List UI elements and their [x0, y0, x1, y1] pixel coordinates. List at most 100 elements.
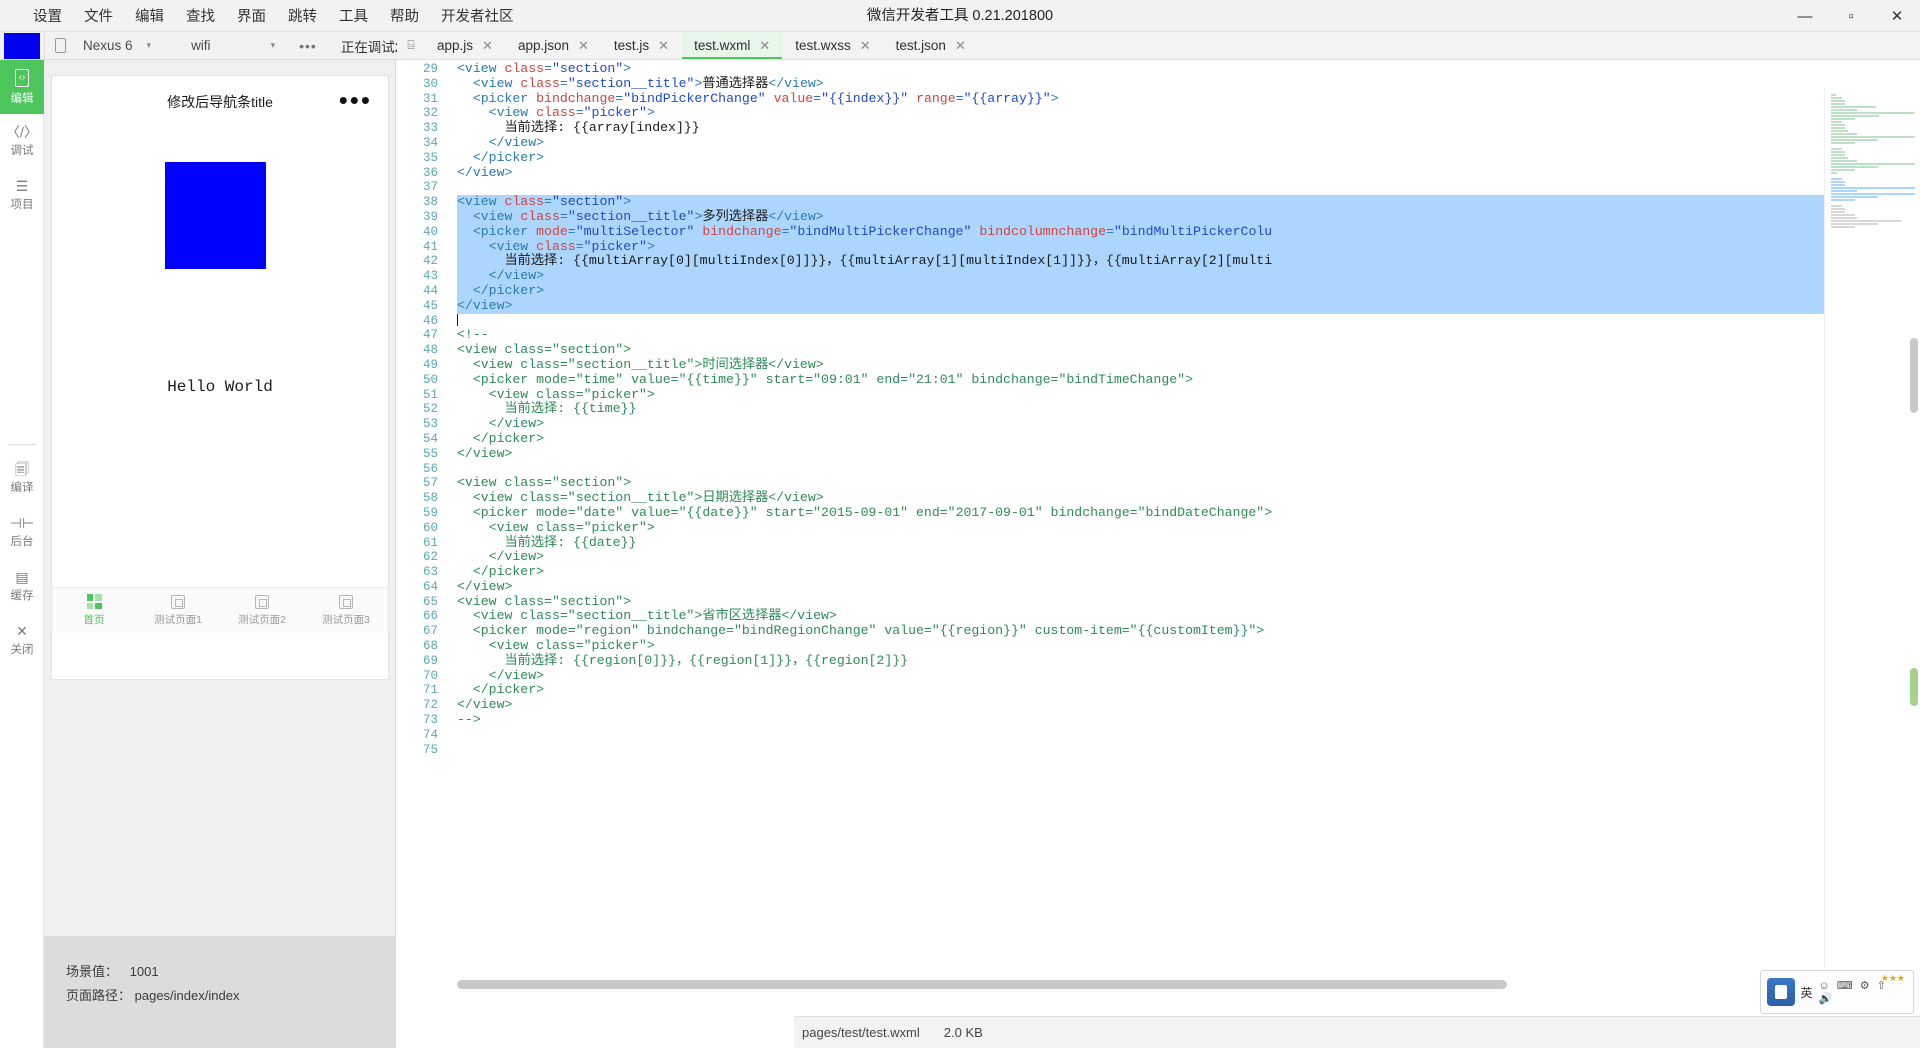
code-line[interactable]: <view class="section__title">省市区选择器</vie… — [457, 609, 1920, 624]
network-selector-label[interactable]: wifi — [157, 38, 219, 53]
menu-item-2[interactable]: 编辑 — [124, 1, 175, 30]
phone-tab-1[interactable]: 测试页面1 — [136, 594, 220, 627]
code-line[interactable]: </picker> — [457, 564, 1920, 580]
editor-tab-close-icon[interactable]: ✕ — [759, 38, 770, 54]
code-editor[interactable]: 29 30 31 32 33 34 35 36 37 38 39 40 41 42 43 44 45 46 47 48… — [397, 60, 1920, 1015]
code-line[interactable]: </view> — [457, 668, 1920, 684]
code-line[interactable]: <view class="section__title">普通选择器</view… — [457, 76, 1920, 92]
code-line[interactable]: <view class="section"> — [457, 194, 1920, 210]
rail-item-3[interactable]: 🗐 编译 — [0, 451, 44, 505]
editor-tab-test-json[interactable]: test.json ✕ — [884, 32, 979, 59]
minimap[interactable] — [1824, 88, 1920, 1015]
editor-tab-test-wxml[interactable]: test.wxml ✕ — [682, 32, 784, 59]
code-line[interactable]: </view> — [457, 268, 1920, 284]
menu-item-5[interactable]: 跳转 — [277, 1, 328, 30]
code-line[interactable]: </view> — [457, 549, 1920, 565]
phone-tab-2[interactable]: 测试页面2 — [220, 594, 304, 627]
code-line[interactable]: <view class="section__title">时间选择器</view… — [457, 357, 1920, 373]
phone-frame-icon[interactable] — [45, 32, 75, 60]
code-line[interactable]: </view> — [457, 446, 1920, 462]
code-line[interactable]: <picker mode="multiSelector" bindchange=… — [457, 224, 1920, 240]
line-number: 58 — [422, 491, 438, 506]
code-line[interactable]: <picker mode="time" value="{{time}}" sta… — [457, 372, 1920, 388]
editor-tab-test-wxss[interactable]: test.wxss ✕ — [783, 32, 883, 59]
code-line[interactable]: <view class="section__title">日期选择器</view… — [457, 490, 1920, 506]
rail-item-0[interactable]: ‹› 编辑 — [0, 60, 44, 114]
maximize-button[interactable]: ▫ — [1828, 0, 1874, 32]
code-line[interactable]: <view class="section"> — [457, 61, 1920, 77]
editor-tab-close-icon[interactable]: ✕ — [658, 38, 669, 54]
minimize-button[interactable]: — — [1782, 0, 1828, 32]
device-selector-label[interactable]: Nexus 6 — [75, 38, 141, 53]
editor-tab-label: test.json — [895, 38, 946, 53]
line-number: 31 — [422, 91, 438, 106]
code-content[interactable]: <view class="section"> <view class="sect… — [457, 60, 1920, 1015]
code-line[interactable]: <view class="picker"> — [457, 105, 1920, 121]
code-line[interactable]: </view> — [457, 165, 1920, 181]
phone-tab-3[interactable]: 测试页面3 — [304, 594, 388, 627]
code-line[interactable]: <view class="section"> — [457, 342, 1920, 358]
file-tree-icon[interactable]: ⌸ — [397, 32, 425, 59]
editor-tab-close-icon[interactable]: ✕ — [578, 38, 589, 54]
editor-tab-close-icon[interactable]: ✕ — [482, 38, 493, 54]
editor-tab-app-json[interactable]: app.json ✕ — [506, 32, 602, 59]
ime-language-label[interactable]: 英 — [1801, 984, 1813, 1001]
menu-item-3[interactable]: 查找 — [175, 1, 226, 30]
network-chevron-down-icon[interactable]: ▾ — [219, 40, 282, 51]
close-button[interactable]: ✕ — [1874, 0, 1920, 32]
menu-item-6[interactable]: 工具 — [328, 1, 379, 30]
device-chevron-down-icon[interactable]: ▾ — [141, 40, 158, 51]
ime-widget[interactable]: 英 ☺ ⌨ ⚙ ⇧ 🔊 ★★★ — [1760, 970, 1914, 1014]
menu-item-4[interactable]: 界面 — [226, 1, 277, 30]
code-line[interactable]: 当前选择: {{multiArray[0][multiIndex[0]]}}，{… — [457, 253, 1920, 270]
code-line[interactable]: <view class="picker"> — [457, 387, 1920, 403]
code-line[interactable] — [457, 743, 1920, 758]
editor-tab-test-js[interactable]: test.js ✕ — [602, 32, 682, 59]
code-line[interactable] — [457, 462, 1920, 477]
code-line[interactable]: </view> — [457, 416, 1920, 432]
menu-item-0[interactable]: 设置 — [22, 1, 73, 30]
rail-item-1[interactable]: 〈/〉 调试 — [0, 114, 44, 168]
code-line[interactable]: </view> — [457, 579, 1920, 595]
phone-nav-more-icon[interactable]: ••• — [339, 76, 372, 128]
editor-tab-close-icon[interactable]: ✕ — [955, 38, 966, 54]
code-line[interactable]: 当前选择: {{date}} — [457, 535, 1920, 551]
code-line[interactable]: 当前选择: {{array[index]}} — [457, 120, 1920, 136]
code-line[interactable]: <view class="picker"> — [457, 520, 1920, 536]
code-line[interactable]: <view class="section"> — [457, 475, 1920, 491]
editor-tab-app-js[interactable]: app.js ✕ — [425, 32, 506, 59]
minimap-marker[interactable] — [1910, 668, 1918, 706]
editor-tab-close-icon[interactable]: ✕ — [860, 38, 871, 54]
code-line[interactable] — [457, 728, 1920, 743]
code-line[interactable]: 当前选择: {{region[0]}}，{{region[1]}}，{{regi… — [457, 653, 1920, 669]
code-line[interactable]: </view> — [457, 697, 1920, 713]
code-line[interactable]: <picker bindchange="bindPickerChange" va… — [457, 91, 1920, 107]
code-line[interactable]: </picker> — [457, 150, 1920, 166]
code-line[interactable] — [457, 313, 1920, 329]
code-line[interactable]: </view> — [457, 135, 1920, 151]
code-line[interactable]: <picker mode="date" value="{{date}}" sta… — [457, 505, 1920, 521]
code-line[interactable]: <view class="section__title">多列选择器</view… — [457, 209, 1920, 225]
code-line[interactable]: </view> — [457, 298, 1920, 314]
rail-item-6[interactable]: ✕ 关闭 — [0, 613, 44, 667]
horizontal-scrollbar-thumb[interactable] — [457, 980, 1507, 989]
phone-tab-0[interactable]: 首页 — [52, 594, 136, 627]
rail-item-2[interactable]: ☰ 项目 — [0, 168, 44, 222]
menu-item-8[interactable]: 开发者社区 — [430, 1, 525, 30]
code-line[interactable]: </picker> — [457, 283, 1920, 299]
menu-item-1[interactable]: 文件 — [73, 1, 124, 30]
code-line[interactable]: <!-- — [457, 327, 1920, 343]
menu-item-7[interactable]: 帮助 — [379, 1, 430, 30]
code-line[interactable]: <view class="picker"> — [457, 638, 1920, 654]
code-line[interactable]: --> — [457, 712, 1920, 728]
line-number: 53 — [422, 417, 438, 432]
rail-item-4[interactable]: ⊣⊢ 后台 — [0, 505, 44, 559]
rail-item-5[interactable]: ▤ 缓存 — [0, 559, 44, 613]
vertical-scrollbar-thumb[interactable] — [1910, 338, 1918, 413]
code-line[interactable]: <picker mode="region" bindchange="bindRe… — [457, 623, 1920, 639]
code-line[interactable]: 当前选择: {{time}} — [457, 401, 1920, 417]
code-line[interactable] — [457, 180, 1920, 195]
toolbar-more-icon[interactable]: ••• — [281, 38, 327, 54]
code-line[interactable]: </picker> — [457, 683, 1920, 698]
code-line[interactable]: </picker> — [457, 431, 1920, 447]
